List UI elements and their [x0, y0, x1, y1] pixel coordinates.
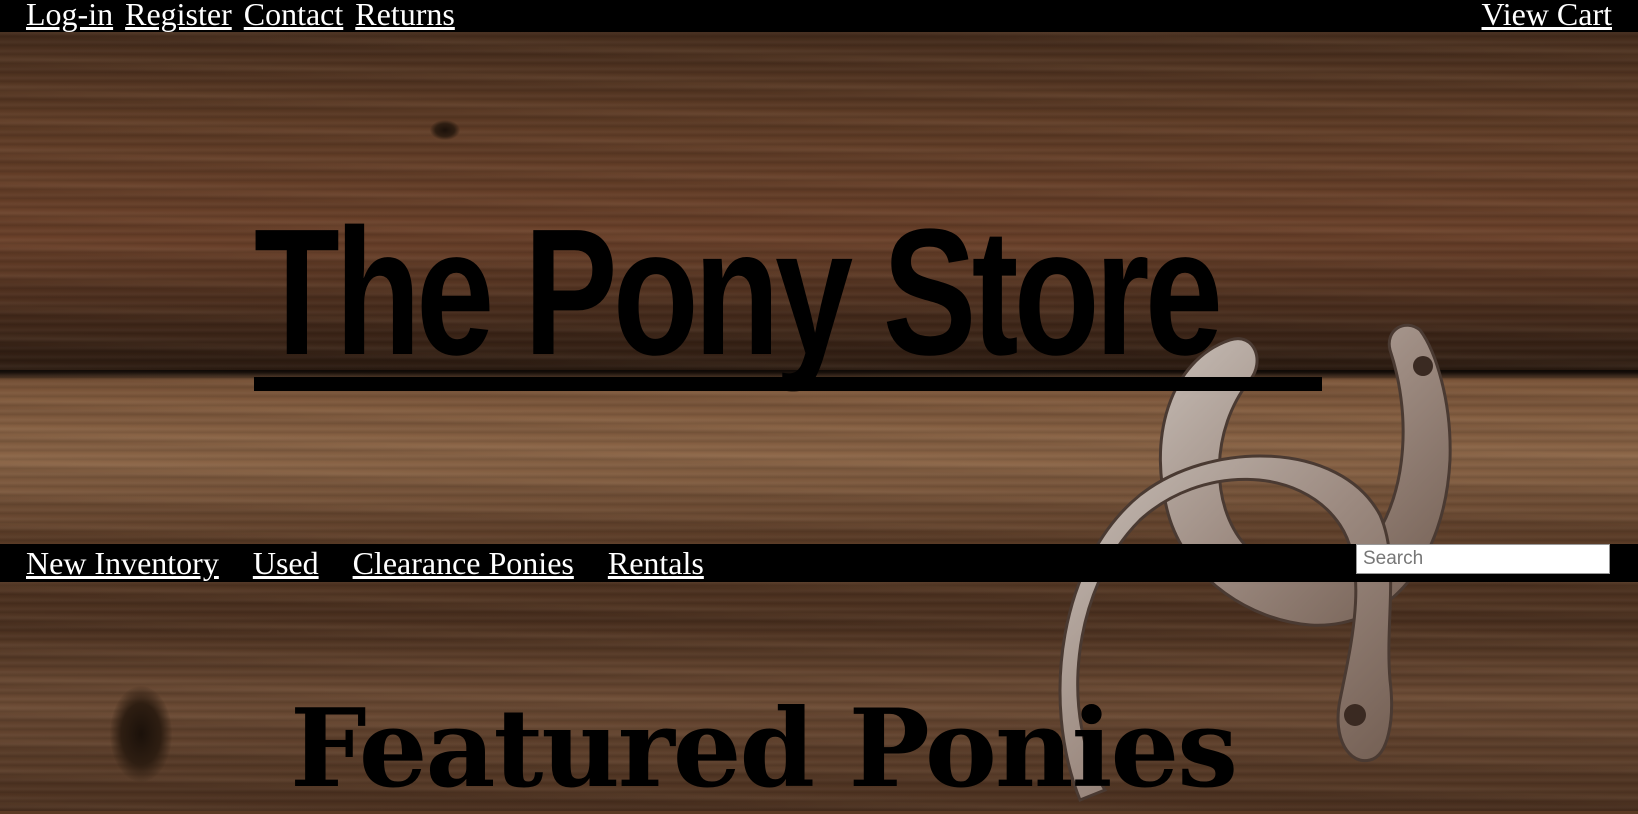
wood-knot [430, 120, 460, 140]
contact-link[interactable]: Contact [244, 0, 344, 32]
returns-link[interactable]: Returns [355, 0, 455, 32]
register-link[interactable]: Register [125, 0, 232, 32]
search-input[interactable] [1356, 544, 1610, 574]
featured-heading: Featured Ponies [290, 686, 1238, 812]
nav-rentals[interactable]: Rentals [608, 545, 704, 581]
nav-clearance-ponies[interactable]: Clearance Ponies [353, 545, 574, 581]
site-title[interactable]: The Pony Store [254, 188, 1223, 398]
account-links: Log-in Register Contact Returns [26, 0, 459, 32]
title-underline [254, 377, 1322, 391]
login-link[interactable]: Log-in [26, 0, 113, 32]
nav-new-inventory[interactable]: New Inventory [26, 545, 219, 581]
top-bar: Log-in Register Contact Returns View Car… [0, 0, 1638, 32]
nav-used[interactable]: Used [253, 545, 319, 581]
view-cart-link[interactable]: View Cart [1482, 0, 1612, 32]
wood-knot [110, 686, 172, 782]
